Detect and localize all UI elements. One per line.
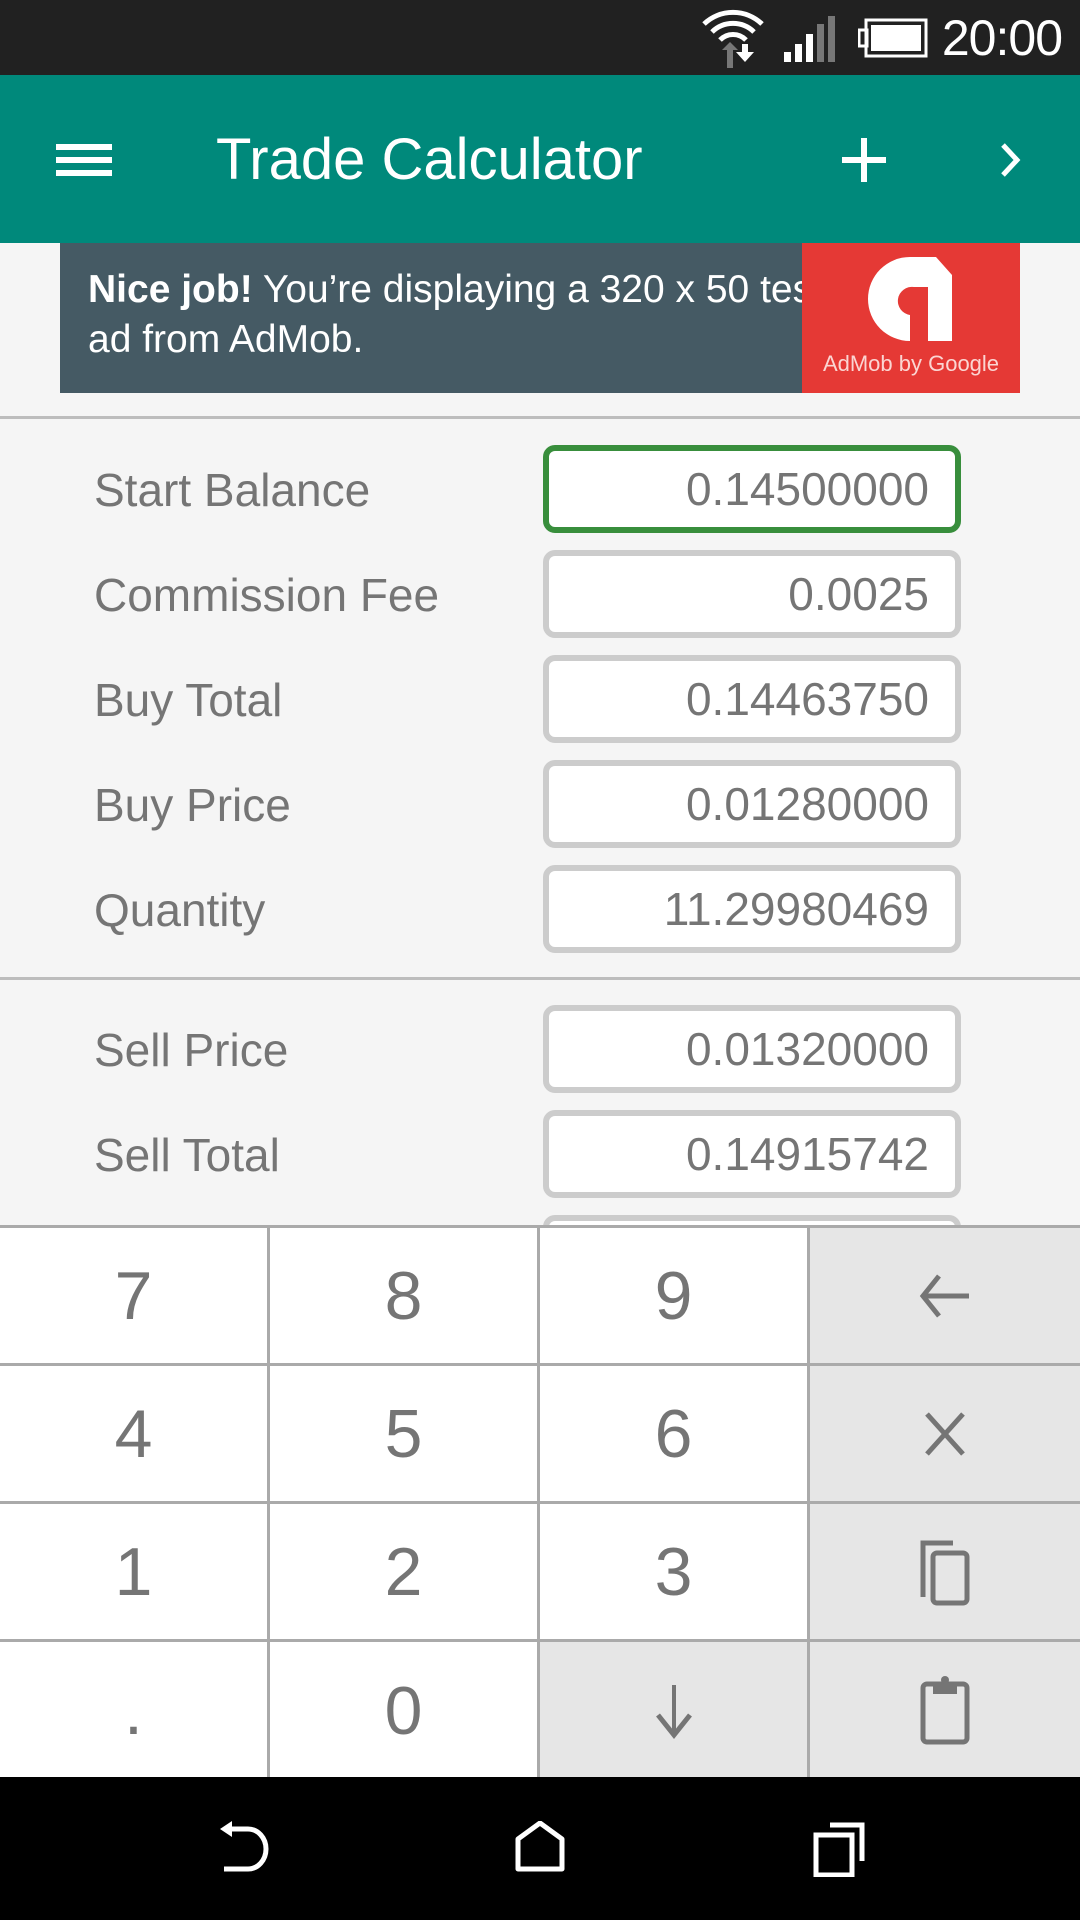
commission-fee-field[interactable]: 0.0025 (543, 550, 961, 638)
back-button[interactable] (190, 1807, 290, 1891)
page-title: Trade Calculator (216, 127, 643, 192)
add-button[interactable] (830, 125, 900, 195)
quantity-label: Quantity (94, 884, 266, 936)
home-icon (515, 1821, 565, 1872)
row-buy-total: Buy Total 0.14463750 (0, 655, 1080, 745)
row-buy-price: Buy Price 0.01280000 (0, 760, 1080, 850)
key-4[interactable]: 4 (0, 1366, 270, 1504)
row-quantity: Quantity 11.29980469 (0, 865, 1080, 955)
next-field-button[interactable] (540, 1642, 810, 1780)
back-icon (220, 1821, 269, 1872)
ad-banner[interactable]: Nice job! You’re displaying a 320 x 50 t… (60, 243, 1020, 393)
menu-button[interactable] (42, 125, 126, 195)
ad-text: Nice job! You’re displaying a 320 x 50 t… (88, 265, 828, 365)
next-button[interactable] (975, 125, 1045, 195)
key-5[interactable]: 5 (270, 1366, 540, 1504)
partial-field[interactable] (543, 1215, 961, 1225)
key-decimal[interactable]: . (0, 1642, 270, 1780)
recents-icon (813, 1822, 865, 1877)
admob-logo: AdMob by Google (802, 243, 1020, 393)
close-icon (925, 1411, 965, 1456)
admob-logo-icon (868, 257, 952, 341)
sell-price-field[interactable]: 0.01320000 (543, 1005, 961, 1093)
buy-total-field[interactable]: 0.14463750 (543, 655, 961, 743)
app-bar: Trade Calculator (0, 75, 1080, 243)
key-6[interactable]: 6 (540, 1366, 810, 1504)
home-button[interactable] (490, 1807, 590, 1891)
row-partial-hidden (0, 1215, 1080, 1225)
key-8[interactable]: 8 (270, 1228, 540, 1366)
arrow-left-icon (919, 1273, 969, 1318)
start-balance-field[interactable]: 0.14500000 (543, 445, 961, 533)
clipboard-icon (920, 1676, 970, 1745)
key-2[interactable]: 2 (270, 1504, 540, 1642)
backspace-button[interactable] (810, 1228, 1080, 1366)
key-7[interactable]: 7 (0, 1228, 270, 1366)
buy-price-label: Buy Price (94, 779, 291, 831)
admob-logo-text: AdMob by Google (822, 351, 1000, 376)
row-sell-total: Sell Total 0.14915742 (0, 1110, 1080, 1200)
chevron-right-icon (1001, 143, 1021, 177)
row-sell-price: Sell Price 0.01320000 (0, 1005, 1080, 1095)
clock: 20:00 (941, 10, 1063, 66)
row-start-balance: Start Balance 0.14500000 (0, 445, 1080, 535)
recents-button[interactable] (790, 1807, 890, 1891)
key-1[interactable]: 1 (0, 1504, 270, 1642)
divider (0, 977, 1080, 980)
key-3[interactable]: 3 (540, 1504, 810, 1642)
start-balance-label: Start Balance (94, 464, 371, 516)
commission-fee-label: Commission Fee (94, 569, 440, 621)
quantity-field[interactable]: 11.29980469 (543, 865, 961, 953)
numeric-keypad: 7 8 9 4 5 6 1 2 3 . 0 (0, 1225, 1080, 1780)
trade-form: Start Balance 0.14500000 Commission Fee … (0, 393, 1080, 1225)
sell-total-field[interactable]: 0.14915742 (543, 1110, 961, 1198)
sell-price-label: Sell Price (94, 1024, 289, 1076)
key-9[interactable]: 9 (540, 1228, 810, 1366)
divider (0, 416, 1080, 419)
status-bar: 20:00 (0, 0, 1080, 75)
sell-total-label: Sell Total (94, 1129, 280, 1181)
system-nav-bar (0, 1777, 1080, 1920)
wifi-icon (702, 9, 764, 68)
paste-button[interactable] (810, 1642, 1080, 1780)
signal-icon (784, 16, 835, 62)
ad-headline-bold: Nice job! (88, 268, 253, 311)
battery-icon (858, 18, 928, 58)
buy-price-field[interactable]: 0.01280000 (543, 760, 961, 848)
clear-button[interactable] (810, 1366, 1080, 1504)
buy-total-label: Buy Total (94, 674, 283, 726)
row-commission-fee: Commission Fee 0.0025 (0, 550, 1080, 640)
copy-button[interactable] (810, 1504, 1080, 1642)
copy-icon (920, 1540, 970, 1605)
arrow-down-icon (655, 1685, 692, 1740)
key-0[interactable]: 0 (270, 1642, 540, 1780)
